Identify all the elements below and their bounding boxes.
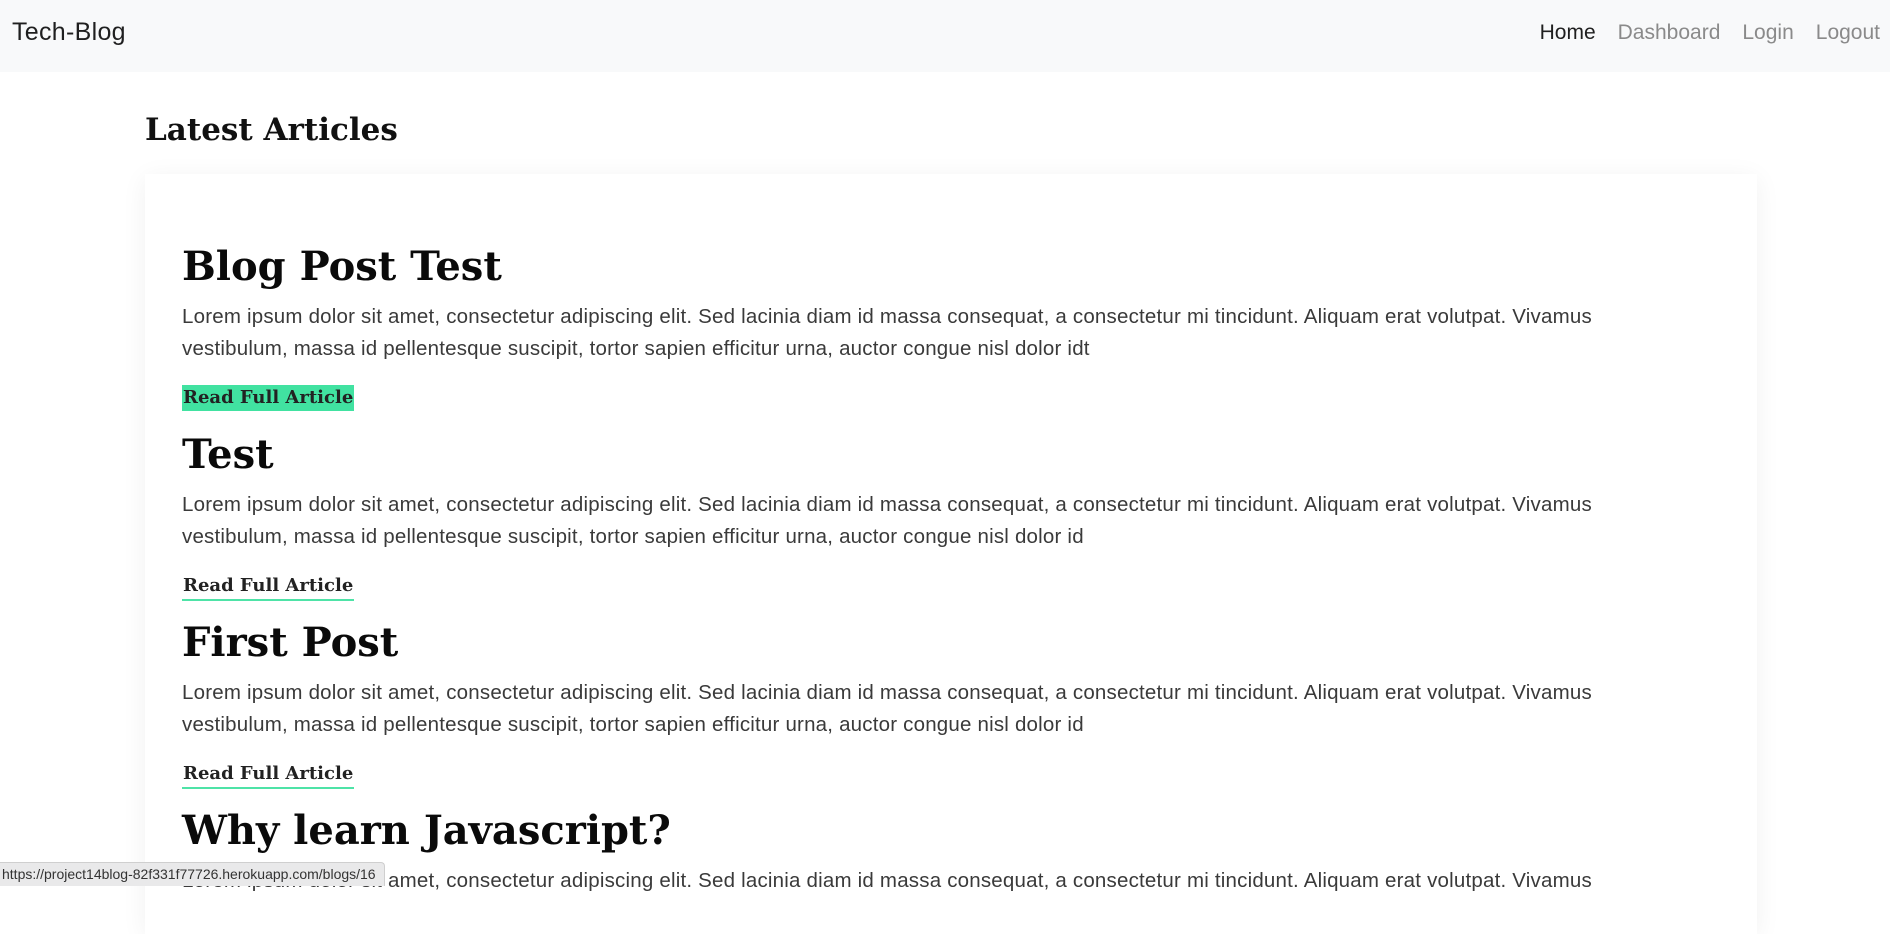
nav-link-login[interactable]: Login (1742, 21, 1793, 45)
nav-link-logout[interactable]: Logout (1816, 21, 1880, 45)
page-title: Latest Articles (145, 112, 398, 148)
brand-logo[interactable]: Tech-Blog (12, 18, 126, 47)
article-item: Blog Post Test Lorem ipsum dolor sit ame… (182, 243, 1702, 411)
navbar: Tech-Blog Home Dashboard Login Logout (0, 0, 1890, 72)
nav-links: Home Dashboard Login Logout (1540, 21, 1880, 45)
article-item: First Post Lorem ipsum dolor sit amet, c… (182, 619, 1702, 789)
article-title: Why learn Javascript? (182, 807, 671, 854)
article-excerpt: Lorem ipsum dolor sit amet, consectetur … (182, 305, 1592, 360)
read-full-article-link[interactable]: Read Full Article (182, 385, 355, 411)
link-status-bar: https://project14blog-82f331f77726.herok… (0, 862, 385, 886)
article-excerpt: Lorem ipsum dolor sit amet, consectetur … (182, 493, 1592, 548)
nav-link-dashboard[interactable]: Dashboard (1618, 21, 1721, 45)
article-excerpt: Lorem ipsum dolor sit amet, consectetur … (182, 869, 1592, 892)
articles-card: Blog Post Test Lorem ipsum dolor sit ame… (145, 174, 1757, 934)
read-full-article-link[interactable]: Read Full Article (182, 573, 355, 601)
article-title: First Post (182, 619, 399, 666)
article-title: Blog Post Test (182, 243, 502, 290)
article-item: Test Lorem ipsum dolor sit amet, consect… (182, 431, 1702, 601)
read-full-article-link[interactable]: Read Full Article (182, 761, 355, 789)
article-excerpt: Lorem ipsum dolor sit amet, consectetur … (182, 681, 1592, 736)
article-item: Why learn Javascript? Lorem ipsum dolor … (182, 807, 1702, 897)
nav-link-home[interactable]: Home (1540, 21, 1596, 45)
article-title: Test (182, 431, 274, 478)
